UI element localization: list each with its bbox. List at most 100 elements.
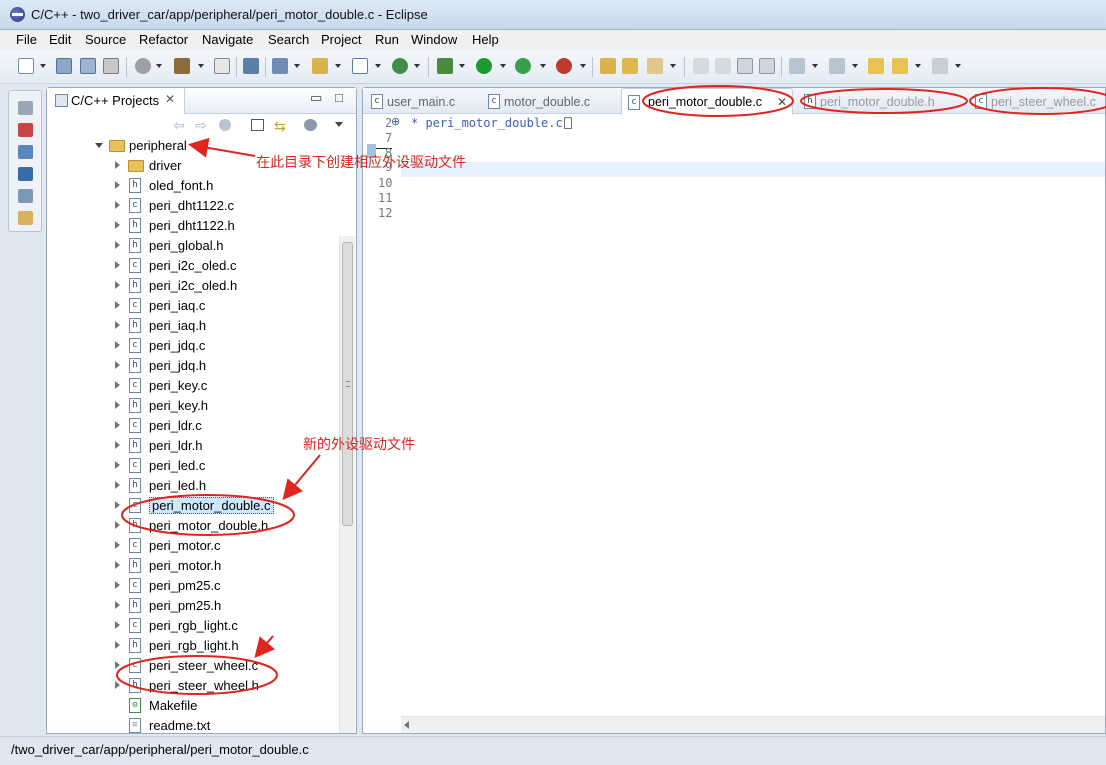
tree-item[interactable]: h peri_steer_wheel.h xyxy=(47,676,337,696)
next-annotation-icon[interactable] xyxy=(789,58,805,74)
expand-arrow-icon[interactable] xyxy=(115,481,120,489)
tree-item[interactable]: c peri_rgb_light.c xyxy=(47,616,337,636)
tree-item[interactable]: h peri_motor_double.h xyxy=(47,516,337,536)
tree-item[interactable]: h peri_iaq.h xyxy=(47,316,337,336)
tree-item[interactable]: h peri_jdq.h xyxy=(47,356,337,376)
tree-item[interactable]: h peri_rgb_light.h xyxy=(47,636,337,656)
print-icon[interactable] xyxy=(103,58,119,74)
maximize-icon[interactable]: □ xyxy=(335,90,343,105)
expand-arrow-icon[interactable] xyxy=(115,541,120,549)
search-view-icon[interactable] xyxy=(18,211,33,225)
problems-view-icon[interactable] xyxy=(18,123,33,137)
expand-arrow-icon[interactable] xyxy=(115,621,120,629)
expand-arrow-icon[interactable] xyxy=(115,301,120,309)
tree-item[interactable]: c peri_key.c xyxy=(47,376,337,396)
tree-item[interactable]: h peri_motor.h xyxy=(47,556,337,576)
new-folder-icon[interactable] xyxy=(312,58,328,74)
folded-block-icon[interactable] xyxy=(563,117,572,129)
expand-arrow-icon[interactable] xyxy=(115,661,120,669)
show-whitespace-icon[interactable] xyxy=(737,58,753,74)
tree-item[interactable]: h peri_pm25.h xyxy=(47,596,337,616)
back-dropdown-icon[interactable] xyxy=(915,64,921,68)
new-class-icon[interactable] xyxy=(392,58,408,74)
external-tools-icon[interactable] xyxy=(556,58,572,74)
new-icon[interactable] xyxy=(18,58,34,74)
tree-item[interactable]: c peri_iaq.c xyxy=(47,296,337,316)
properties-view-icon[interactable] xyxy=(18,189,33,203)
close-icon[interactable]: ✕ xyxy=(777,95,787,109)
expand-arrow-icon[interactable] xyxy=(115,441,120,449)
expand-arrow-icon[interactable] xyxy=(115,161,120,169)
run-external-icon[interactable] xyxy=(515,58,531,74)
collapse-arrow-icon[interactable] xyxy=(95,143,103,148)
tree-item[interactable]: h peri_dht1122.h xyxy=(47,216,337,236)
save-all-icon[interactable] xyxy=(80,58,96,74)
run-external-dropdown-icon[interactable] xyxy=(540,64,546,68)
expand-arrow-icon[interactable] xyxy=(115,181,120,189)
expand-arrow-icon[interactable] xyxy=(115,281,120,289)
tab-cpp-projects[interactable]: C/C++ Projects ✕ xyxy=(47,88,185,114)
run-icon[interactable] xyxy=(476,58,492,74)
filters-icon[interactable] xyxy=(304,119,317,131)
expand-arrow-icon[interactable] xyxy=(115,421,120,429)
tab-peri-steer-wheel-c[interactable]: c peri_steer_wheel.c xyxy=(973,92,1105,112)
tree-item[interactable]: c peri_i2c_oled.c xyxy=(47,256,337,276)
expand-arrow-icon[interactable] xyxy=(115,561,120,569)
tree-item[interactable]: ⚙ Makefile xyxy=(47,696,337,716)
tree-item[interactable]: h peri_ldr.h xyxy=(47,436,337,456)
expand-arrow-icon[interactable] xyxy=(115,361,120,369)
tab-user-main[interactable]: c user_main.c xyxy=(369,92,479,112)
new-project-dropdown-icon[interactable] xyxy=(294,64,300,68)
tree-item[interactable]: ≡ readme.txt xyxy=(47,716,337,736)
block-select-icon[interactable] xyxy=(759,58,775,74)
tree-item[interactable]: c peri_led.c xyxy=(47,456,337,476)
tree-item[interactable]: h peri_global.h xyxy=(47,236,337,256)
tasks-view-icon[interactable] xyxy=(18,145,33,159)
expand-arrow-icon[interactable] xyxy=(115,321,120,329)
menu-source[interactable]: Source xyxy=(85,32,126,47)
build-settings-icon[interactable] xyxy=(135,58,151,74)
tree-item[interactable]: c peri_ldr.c xyxy=(47,416,337,436)
forward-dropdown-icon[interactable] xyxy=(955,64,961,68)
link-editor-icon[interactable]: ⇆ xyxy=(274,118,288,134)
menu-refactor[interactable]: Refactor xyxy=(139,32,188,47)
close-icon[interactable]: ✕ xyxy=(165,92,175,106)
tree-item[interactable]: h peri_i2c_oled.h xyxy=(47,276,337,296)
menu-window[interactable]: Window xyxy=(411,32,457,47)
prev-annotation-icon[interactable] xyxy=(829,58,845,74)
tree-item[interactable]: c peri_dht1122.c xyxy=(47,196,337,216)
tree-item[interactable]: c peri_jdq.c xyxy=(47,336,337,356)
scroll-left-icon[interactable] xyxy=(404,721,409,729)
tree-item[interactable]: h peri_led.h xyxy=(47,476,337,496)
last-edit-icon[interactable] xyxy=(868,58,884,74)
new-source-dropdown-icon[interactable] xyxy=(375,64,381,68)
new-folder-dropdown-icon[interactable] xyxy=(335,64,341,68)
run-dropdown-icon[interactable] xyxy=(500,64,506,68)
build-dropdown-icon[interactable] xyxy=(198,64,204,68)
menu-project[interactable]: Project xyxy=(321,32,361,47)
menu-search[interactable]: Search xyxy=(268,32,309,47)
toggle-mark-icon[interactable] xyxy=(693,58,709,74)
tree-item[interactable]: h oled_font.h xyxy=(47,176,337,196)
open-element-icon[interactable] xyxy=(622,58,638,74)
tab-peri-motor-double-h[interactable]: h peri_motor_double.h xyxy=(800,92,960,112)
tree-item[interactable]: c peri_motor_double.c xyxy=(47,496,337,516)
build-settings-dropdown-icon[interactable] xyxy=(156,64,162,68)
tree-item[interactable]: c peri_pm25.c xyxy=(47,576,337,596)
expand-arrow-icon[interactable] xyxy=(115,641,120,649)
new-source-icon[interactable] xyxy=(352,58,368,74)
expand-arrow-icon[interactable] xyxy=(115,581,120,589)
up-icon[interactable] xyxy=(219,119,231,131)
debug-toggle-icon[interactable] xyxy=(243,58,259,74)
external-tools-dropdown-icon[interactable] xyxy=(580,64,586,68)
expand-arrow-icon[interactable] xyxy=(115,341,120,349)
editor-horizontal-scrollbar[interactable] xyxy=(401,716,1105,733)
search-flashlight-icon[interactable] xyxy=(647,58,663,74)
debug-dropdown-icon[interactable] xyxy=(459,64,465,68)
expand-arrow-icon[interactable] xyxy=(115,401,120,409)
expand-arrow-icon[interactable] xyxy=(115,261,120,269)
toggle-highlight-icon[interactable] xyxy=(715,58,731,74)
menu-navigate[interactable]: Navigate xyxy=(202,32,253,47)
minimize-icon[interactable]: ▭ xyxy=(310,90,322,106)
menu-run[interactable]: Run xyxy=(375,32,399,47)
